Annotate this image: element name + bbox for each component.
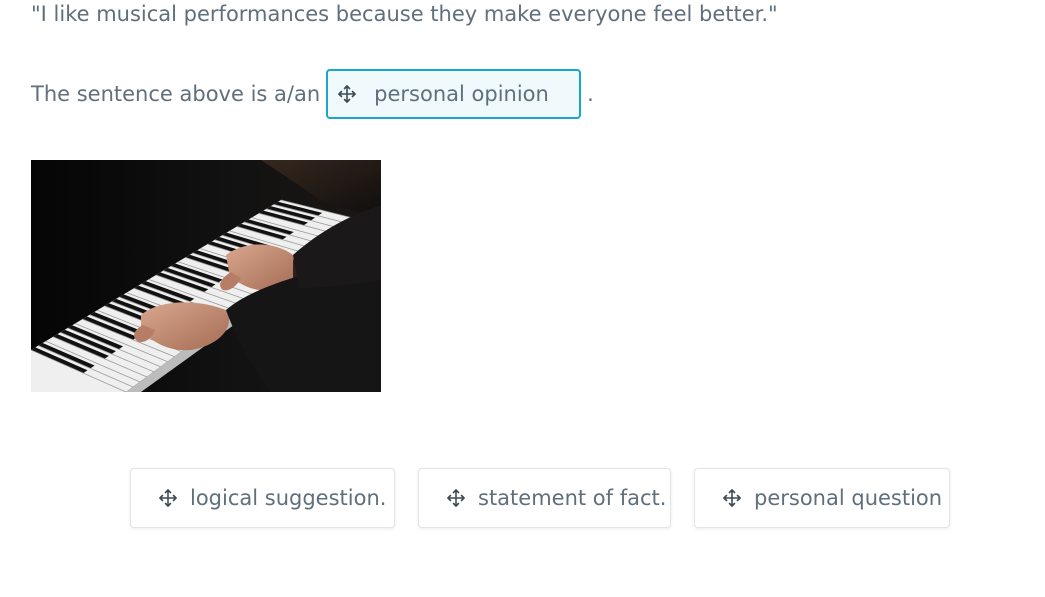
move-icon[interactable] (722, 488, 742, 508)
choice-logical-suggestion[interactable]: logical suggestion. (130, 468, 395, 528)
answer-drop-zone[interactable]: personal opinion (326, 69, 582, 119)
move-icon[interactable] (158, 488, 178, 508)
choice-label: statement of fact. (478, 486, 667, 510)
move-icon[interactable] (446, 488, 466, 508)
choice-label: personal question (754, 486, 943, 510)
sentence-period: . (587, 82, 594, 106)
quote-text: "I like musical performances because the… (31, 2, 778, 26)
move-icon[interactable] (337, 84, 357, 104)
piano-photo (31, 160, 381, 392)
sentence-row: The sentence above is a/an personal opin… (31, 69, 594, 119)
choice-label: logical suggestion. (190, 486, 387, 510)
choice-personal-question[interactable]: personal question (694, 468, 950, 528)
choice-statement-of-fact[interactable]: statement of fact. (418, 468, 671, 528)
prompt-text: The sentence above is a/an (31, 82, 321, 106)
placed-answer-label: personal opinion (374, 82, 549, 106)
